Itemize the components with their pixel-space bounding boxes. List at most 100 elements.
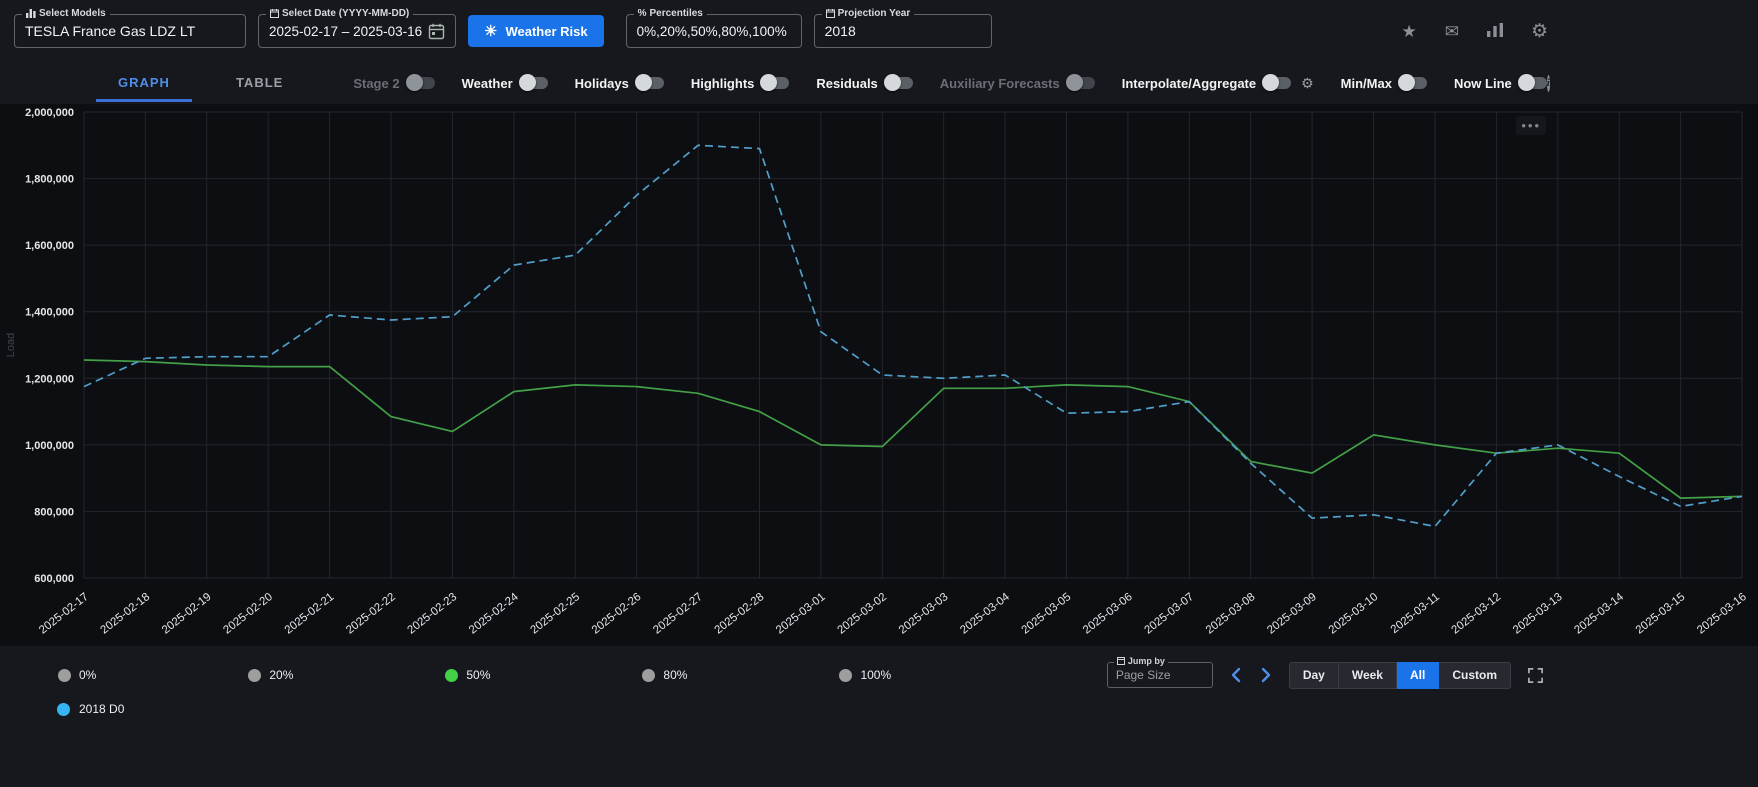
svg-text:2025-03-14: 2025-03-14 [1572,591,1626,637]
view-tabs: GRAPH TABLE [96,65,305,102]
svg-text:2025-03-07: 2025-03-07 [1142,591,1196,637]
svg-text:2025-02-17: 2025-02-17 [37,591,91,637]
series-legend-label[interactable]: 2018 D0 [79,702,124,716]
svg-text:2025-03-05: 2025-03-05 [1020,591,1074,637]
highlights-switch[interactable] [760,74,790,91]
projection-year-label: Projection Year [837,8,911,19]
legend-dot [642,668,656,682]
svg-text:1,000,000: 1,000,000 [25,440,74,452]
select-date-label: Select Date (YYYY-MM-DD) [282,8,410,19]
svg-text:2025-03-03: 2025-03-03 [897,591,951,637]
bottom-bar: 0% 20% 50% 80% 100% Jump by Page Size Da… [0,652,1758,698]
chevron-left-icon[interactable] [1229,667,1243,683]
select-models-field[interactable]: Select Models TESLA France Gas LDZ LT [14,8,246,48]
svg-text:2025-03-01: 2025-03-01 [774,591,828,637]
tab-graph[interactable]: GRAPH [96,65,192,102]
top-bar: Select Models TESLA France Gas LDZ LT Se… [0,0,1758,62]
percentiles-field[interactable]: % Percentiles 0%,20%,50%,80%,100% [625,8,802,48]
percentiles-value[interactable]: 0%,20%,50%,80%,100% [637,24,787,39]
svg-text:2025-02-21: 2025-02-21 [283,591,337,637]
toggle-group: Stage 2 Weather Holidays Highlights Resi… [353,74,1547,92]
page-size-select[interactable]: Jump by Page Size [1106,656,1213,688]
svg-text:2025-03-09: 2025-03-09 [1265,591,1319,637]
series-legend-dot [57,702,70,716]
stats-icon[interactable] [1486,22,1503,40]
legend-dot [445,668,459,682]
legend-item-80pct[interactable]: 80% [642,668,687,682]
select-date-field[interactable]: Select Date (YYYY-MM-DD) 2025-02-17 – 20… [258,8,456,48]
tab-table[interactable]: TABLE [214,65,305,102]
stage-2-switch[interactable] [405,74,435,91]
select-models-value[interactable]: TESLA France Gas LDZ LT [25,23,195,39]
range-day-button[interactable]: Day [1288,661,1339,689]
svg-text:1,400,000: 1,400,000 [25,307,74,319]
switch-knob [760,74,778,91]
legend-dot [248,668,262,682]
switch-knob [405,74,423,91]
svg-text:1,600,000: 1,600,000 [25,240,74,252]
calendar-picker-button[interactable] [428,23,445,40]
projection-year-value[interactable]: 2018 [825,23,856,39]
mail-icon[interactable]: ✉ [1445,23,1459,40]
select-date-value[interactable]: 2025-02-17 – 2025-03-16 [269,24,422,39]
toggle-holidays: Holidays [575,74,664,91]
page-size-value: Page Size [1115,668,1171,682]
svg-text:2025-02-20: 2025-02-20 [221,591,275,637]
interpolate-aggregate-switch[interactable] [1262,74,1292,91]
now-line-switch[interactable] [1517,74,1547,91]
svg-text:2025-02-23: 2025-02-23 [406,591,460,637]
weather-switch[interactable] [518,74,548,91]
percentiles-label: Percentiles [649,8,703,19]
svg-text:2025-03-15: 2025-03-15 [1634,591,1688,637]
switch-knob [1517,74,1535,91]
svg-text:2025-02-25: 2025-02-25 [528,591,582,637]
star-icon[interactable]: ★ [1401,23,1416,40]
legend-dot [58,668,71,682]
series-legend: 2018 D0 [0,698,1758,720]
legend-item-50pct[interactable]: 50% [445,668,490,682]
svg-text:1,800,000: 1,800,000 [25,174,74,186]
range-custom-button[interactable]: Custom [1439,661,1511,689]
svg-text:2025-03-16: 2025-03-16 [1695,591,1749,637]
bar-chart-icon [26,9,36,18]
legend-item-100pct[interactable]: 100% [839,668,891,682]
switch-knob [1065,74,1083,91]
switch-knob [1262,74,1280,91]
projection-year-field[interactable]: Projection Year 2018 [813,8,992,48]
sun-icon: ☀ [484,23,498,40]
legend-item-0pct[interactable]: 0% [58,668,96,682]
interpolate-settings-gear-icon[interactable]: ⚙ [1301,75,1314,92]
toggle-stage-2: Stage 2 [353,74,435,91]
svg-text:2,000,000: 2,000,000 [25,107,74,119]
svg-text:600,000: 600,000 [34,573,74,585]
switch-knob [1397,74,1415,91]
toggle-highlights: Highlights [691,74,790,91]
range-week-button[interactable]: Week [1338,661,1397,689]
percentile-legend: 0% 20% 50% 80% 100% [58,668,891,682]
svg-text:2025-03-08: 2025-03-08 [1204,591,1258,637]
holidays-switch[interactable] [634,74,664,91]
auxiliary-forecasts-switch[interactable] [1065,74,1095,91]
legend-dot [839,668,853,682]
info-icon[interactable]: i [1546,74,1550,92]
svg-text:2025-02-28: 2025-02-28 [713,591,767,637]
residuals-switch[interactable] [883,74,913,91]
switch-knob [634,74,652,91]
calendar-icon [825,9,835,18]
range-all-button[interactable]: All [1396,661,1440,689]
range-button-group: Day Week All Custom [1288,661,1511,689]
weather-risk-button[interactable]: ☀ Weather Risk [468,15,604,47]
fullscreen-icon[interactable] [1527,667,1544,684]
svg-text:1,200,000: 1,200,000 [25,373,74,385]
percent-icon: % [637,8,647,19]
min-max-switch[interactable] [1397,74,1427,91]
chevron-right-icon[interactable] [1259,667,1273,683]
svg-text:2025-03-13: 2025-03-13 [1511,591,1565,637]
chart-menu-icon[interactable]: ••• [1516,116,1546,135]
toggle-min-max: Min/Max [1341,74,1427,91]
gear-icon[interactable]: ⚙ [1531,22,1548,41]
legend-item-20pct[interactable]: 20% [248,668,293,682]
svg-text:2025-02-19: 2025-02-19 [160,591,214,637]
chart-canvas: 600,000 800,000 1,000,000 1,200,000 1,400,00… [5,107,1749,637]
svg-text:800,000: 800,000 [34,506,74,518]
